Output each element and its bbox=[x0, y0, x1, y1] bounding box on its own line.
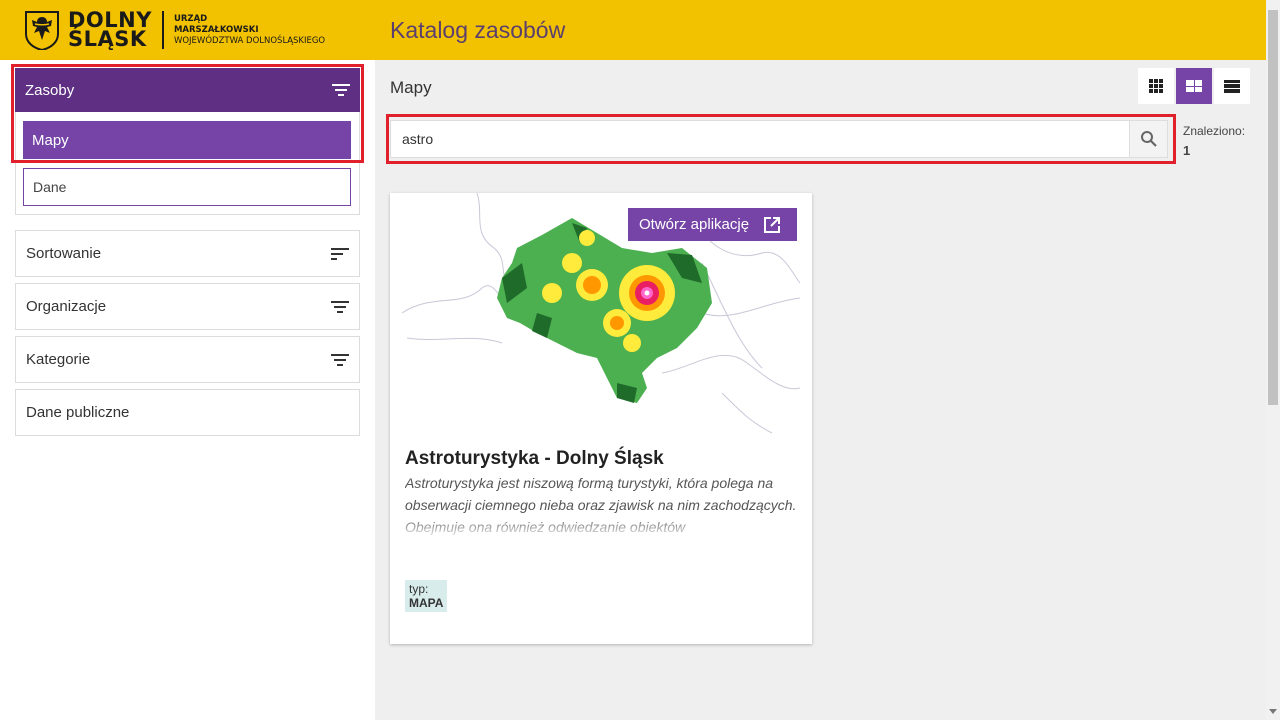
resource-card[interactable]: Otwórz aplikację Astroturystyka - Dolny … bbox=[390, 193, 812, 644]
dane-publiczne-label: Dane publiczne bbox=[26, 404, 130, 421]
brand-name: DOLNY ŚLĄSK bbox=[68, 8, 152, 51]
section-title: Mapy bbox=[390, 78, 432, 97]
card-title[interactable]: Astroturystyka - Dolny Śląsk bbox=[405, 448, 664, 470]
type-label: typ: bbox=[409, 582, 429, 596]
filter-icon[interactable] bbox=[331, 300, 349, 314]
organizacje-label: Organizacje bbox=[26, 298, 107, 315]
view-mode-toggles bbox=[1138, 68, 1250, 104]
sortowanie-panel[interactable]: Sortowanie bbox=[15, 230, 360, 277]
eagle-crest-icon bbox=[25, 11, 59, 50]
logo-divider bbox=[161, 11, 164, 49]
kategorie-panel[interactable]: Kategorie bbox=[15, 336, 360, 383]
view-list-button[interactable] bbox=[1214, 68, 1250, 104]
filter-icon[interactable] bbox=[331, 353, 349, 367]
view-grid-large-button[interactable] bbox=[1176, 68, 1212, 104]
dane-publiczne-panel[interactable]: Dane publiczne bbox=[15, 389, 360, 436]
resource-type-dane-button[interactable]: Dane bbox=[23, 168, 351, 206]
scrollbar-thumb[interactable] bbox=[1268, 10, 1278, 405]
card-description: Astroturystyka jest niszową formą turyst… bbox=[405, 472, 800, 536]
organizacje-panel[interactable]: Organizacje bbox=[15, 283, 360, 330]
view-grid-small-button[interactable] bbox=[1138, 68, 1174, 104]
app-header: DOLNY ŚLĄSK URZĄD MARSZAŁKOWSKI WOJEWÓDZ… bbox=[0, 0, 1266, 60]
page-scrollbar[interactable] bbox=[1266, 0, 1280, 720]
found-count: 1 bbox=[1183, 143, 1191, 158]
type-badge: typ: MAPA bbox=[405, 580, 448, 612]
list-view-icon bbox=[1224, 79, 1240, 93]
results-count: Znaleziono: 1 bbox=[1183, 121, 1245, 161]
zasoby-highlight-frame bbox=[11, 64, 364, 163]
open-app-button[interactable]: Otwórz aplikację bbox=[628, 208, 797, 241]
logo[interactable]: DOLNY ŚLĄSK URZĄD MARSZAŁKOWSKI WOJEWÓDZ… bbox=[24, 8, 325, 52]
scroll-down-arrow-icon[interactable] bbox=[1269, 709, 1277, 714]
kategorie-label: Kategorie bbox=[26, 351, 91, 368]
sortowanie-label: Sortowanie bbox=[26, 245, 102, 262]
search-highlight-frame bbox=[386, 114, 1176, 164]
external-link-icon bbox=[764, 216, 781, 233]
found-label: Znaleziono: bbox=[1183, 124, 1246, 138]
grid-small-icon bbox=[1149, 79, 1163, 93]
grid-large-icon bbox=[1186, 80, 1202, 92]
type-value: MAPA bbox=[409, 596, 444, 610]
sort-icon[interactable] bbox=[331, 247, 349, 261]
office-name: URZĄD MARSZAŁKOWSKI WOJEWÓDZTWA DOLNOŚLĄ… bbox=[173, 13, 326, 46]
open-app-label: Otwórz aplikację bbox=[639, 216, 750, 233]
app-title: Katalog zasobów bbox=[390, 17, 566, 43]
